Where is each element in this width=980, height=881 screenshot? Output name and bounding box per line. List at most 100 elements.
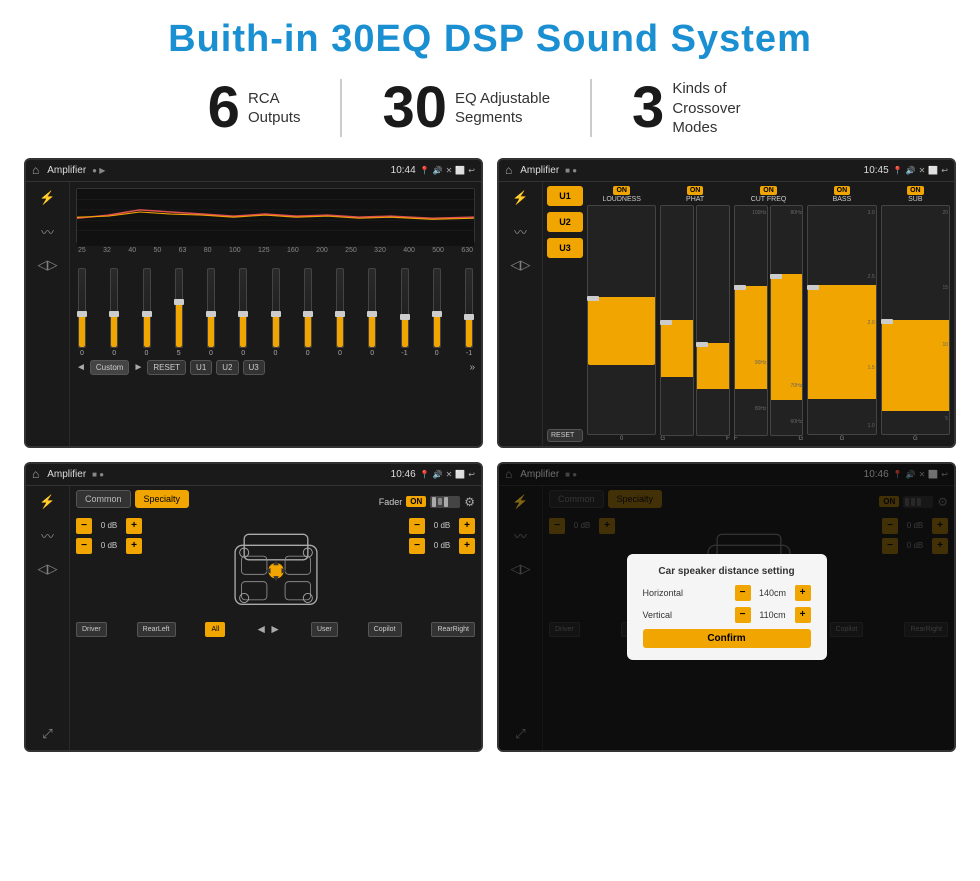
- dialog-title: Car speaker distance setting: [643, 566, 811, 577]
- eq-slider-6: 0: [272, 268, 280, 357]
- eq-freq-labels: 253240506380100125160200250320400500630: [76, 247, 475, 254]
- unit-btn-u3[interactable]: U3: [547, 238, 583, 258]
- fader-slider[interactable]: [430, 496, 460, 508]
- home-icon-2[interactable]: ⌂: [505, 163, 512, 177]
- eq-next[interactable]: ►: [133, 362, 143, 373]
- crossover-channels: ON LOUDNESS 0: [587, 186, 950, 442]
- channel-cutfreq: ON CUT FREQ 100Hz 90Hz 80Hz: [734, 186, 803, 442]
- vol-minus-fr[interactable]: −: [409, 518, 425, 534]
- sidebar-vol-icon-2[interactable]: ◁▷: [511, 257, 531, 273]
- stats-row: 6 RCA Outputs 30 EQ Adjustable Segments …: [24, 79, 956, 138]
- vol-plus-fl[interactable]: +: [126, 518, 142, 534]
- vol-value-fl: 0 dB: [95, 521, 123, 530]
- ch-on-badge-sub: ON: [907, 186, 924, 195]
- eq-btn-u3[interactable]: U3: [243, 360, 265, 375]
- sidebar-vol-icon-3[interactable]: ◁▷: [38, 561, 58, 577]
- screen-bottom-3: Driver RearLeft All ◄ ► User Copilot Rea…: [76, 622, 475, 637]
- app-title-3: Amplifier: [47, 469, 86, 480]
- ch-on-badge-bass: ON: [834, 186, 851, 195]
- sidebar-wave-icon-2[interactable]: 〰: [514, 222, 527, 241]
- arrow-right-icon[interactable]: ►: [269, 622, 281, 636]
- speaker-distance-dialog: Car speaker distance setting Horizontal …: [627, 554, 827, 660]
- sidebar-eq-icon-2[interactable]: ⚡: [512, 190, 528, 206]
- btn-driver[interactable]: Driver: [76, 622, 107, 637]
- screenshots-grid: ⌂ Amplifier ● ▶ 10:44 📍🔊✕⬜↩ ⚡ 〰 ◁▷: [24, 158, 956, 752]
- stat-eq-desc: EQ Adjustable Segments: [455, 89, 550, 128]
- vol-plus-fr[interactable]: +: [459, 518, 475, 534]
- ch-on-badge-phat: ON: [687, 186, 704, 195]
- ch-label-cutfreq: CUT FREQ: [751, 196, 787, 203]
- eq-slider-1: 0: [110, 268, 118, 357]
- fader-tab-common[interactable]: Common: [76, 490, 131, 508]
- ch-label-phat: PHAT: [686, 196, 704, 203]
- dialog-plus-horizontal[interactable]: +: [795, 585, 811, 601]
- dialog-minus-horizontal[interactable]: −: [735, 585, 751, 601]
- sidebar-vol-icon[interactable]: ◁▷: [38, 257, 58, 273]
- unit-btn-u2[interactable]: U2: [547, 212, 583, 232]
- crossover-content: U1 U2 U3 RESET ON LOUDNESS: [543, 182, 954, 446]
- vol-minus-fl[interactable]: −: [76, 518, 92, 534]
- eq-slider-11: 0: [433, 268, 441, 357]
- btn-copilot[interactable]: Copilot: [368, 622, 402, 637]
- fader-on-badge: ON: [406, 496, 426, 507]
- btn-all[interactable]: All: [205, 622, 225, 637]
- channel-sub: ON SUB 20 15 10 5 G: [881, 186, 950, 442]
- btn-user[interactable]: User: [311, 622, 338, 637]
- vol-minus-rl[interactable]: −: [76, 538, 92, 554]
- sidebar-eq-icon-3[interactable]: ⚡: [39, 494, 55, 510]
- ch-label-loudness: LOUDNESS: [602, 196, 641, 203]
- eq-btn-reset[interactable]: RESET: [147, 360, 186, 375]
- crossover-unit-buttons: U1 U2 U3 RESET: [547, 186, 583, 442]
- eq-slider-0: 0: [78, 268, 86, 357]
- crossover-reset-btn[interactable]: RESET: [547, 429, 583, 442]
- ch-label-sub: SUB: [908, 196, 922, 203]
- fader-tab-specialty[interactable]: Specialty: [135, 490, 190, 508]
- unit-btn-u1[interactable]: U1: [547, 186, 583, 206]
- vol-plus-rl[interactable]: +: [126, 538, 142, 554]
- fader-settings-icon[interactable]: ⚙: [464, 495, 475, 509]
- time-1: 10:44: [391, 165, 416, 176]
- stat-rca: 6 RCA Outputs: [168, 79, 343, 137]
- car-diagram: [146, 518, 405, 618]
- status-bar-2: ⌂ Amplifier ■ ● 10:45 📍🔊✕⬜↩: [499, 160, 954, 182]
- btn-rearleft[interactable]: RearLeft: [137, 622, 176, 637]
- eq-slider-12: -1: [465, 268, 473, 357]
- home-icon[interactable]: ⌂: [32, 163, 39, 177]
- time-2: 10:45: [864, 165, 889, 176]
- arrow-left-icon[interactable]: ◄: [255, 622, 267, 636]
- vol-control-fr: − 0 dB +: [409, 518, 475, 534]
- btn-rearright[interactable]: RearRight: [431, 622, 475, 637]
- sidebar-wave-icon-3[interactable]: 〰: [41, 526, 54, 545]
- status-icons-1: 📍🔊✕⬜↩: [420, 166, 475, 175]
- sidebar-wave-icon[interactable]: 〰: [41, 222, 54, 241]
- confirm-button[interactable]: Confirm: [643, 629, 811, 648]
- status-dots-1: ● ▶: [92, 166, 105, 175]
- eq-btn-u2[interactable]: U2: [216, 360, 238, 375]
- stat-crossover-desc: Kinds of Crossover Modes: [672, 79, 772, 138]
- dialog-minus-vertical[interactable]: −: [735, 607, 751, 623]
- sidebar-2: ⚡ 〰 ◁▷: [499, 182, 543, 446]
- eq-btn-u1[interactable]: U1: [190, 360, 212, 375]
- eq-content: 253240506380100125160200250320400500630 …: [70, 182, 481, 446]
- home-icon-3[interactable]: ⌂: [32, 467, 39, 481]
- vol-control-fl: − 0 dB +: [76, 518, 142, 534]
- status-bar-1: ⌂ Amplifier ● ▶ 10:44 📍🔊✕⬜↩: [26, 160, 481, 182]
- stat-crossover-number: 3: [632, 79, 664, 137]
- eq-slider-4: 0: [207, 268, 215, 357]
- dialog-plus-vertical[interactable]: +: [795, 607, 811, 623]
- eq-preset-custom[interactable]: Custom: [90, 360, 130, 375]
- vol-plus-rr[interactable]: +: [459, 538, 475, 554]
- vol-minus-rr[interactable]: −: [409, 538, 425, 554]
- sidebar-eq-icon[interactable]: ⚡: [39, 190, 55, 206]
- fader-label: Fader: [379, 497, 403, 507]
- app-title-1: Amplifier: [47, 165, 86, 176]
- status-dots-2: ■ ●: [565, 166, 577, 175]
- sidebar-expand-icon-3[interactable]: ⤢: [42, 726, 52, 742]
- fader-content: Common Specialty Fader ON ⚙: [70, 486, 481, 750]
- eq-prev[interactable]: ◄: [76, 362, 86, 373]
- fader-tabs: Common Specialty: [76, 490, 189, 508]
- dialog-overlay: Car speaker distance setting Horizontal …: [499, 464, 954, 750]
- app-title-2: Amplifier: [520, 165, 559, 176]
- channel-loudness: ON LOUDNESS 0: [587, 186, 656, 442]
- page-title: Buith-in 30EQ DSP Sound System: [24, 18, 956, 61]
